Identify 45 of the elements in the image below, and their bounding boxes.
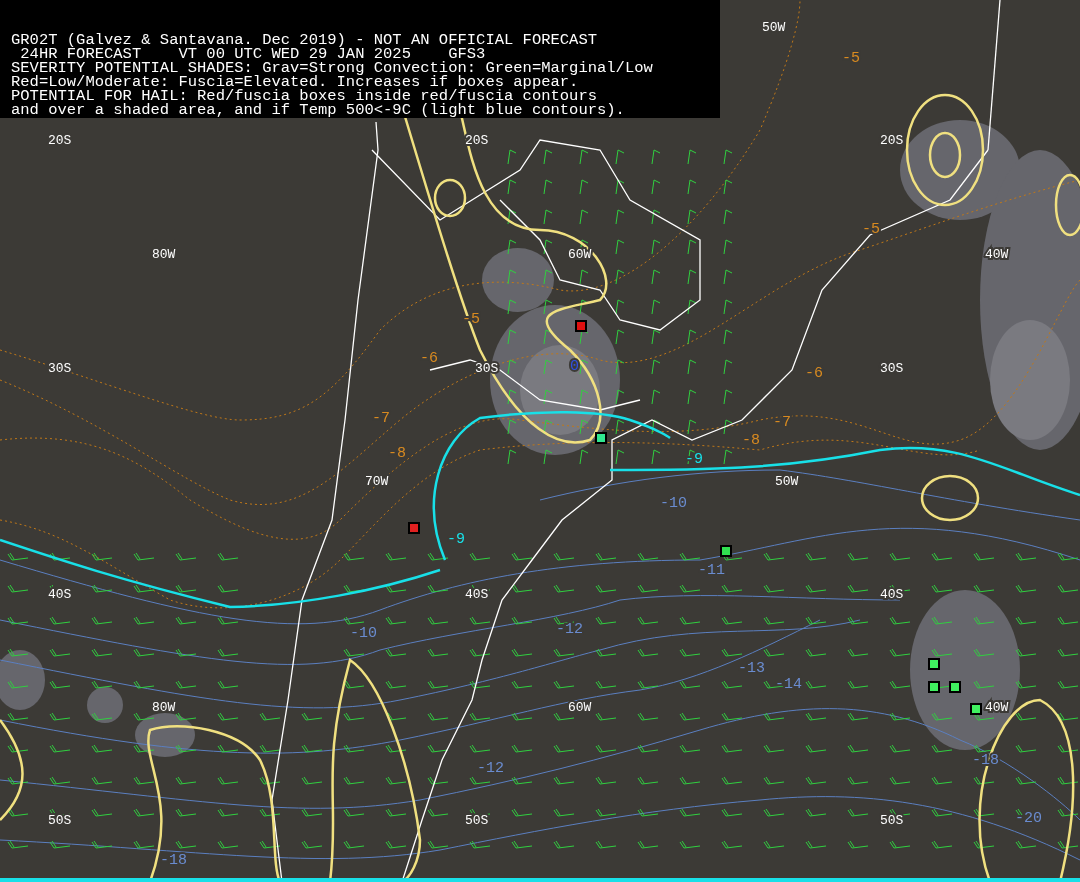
legend-line: 24HR FORECAST VT 00 UTC WED 29 JAN 2025 GFS3 [20, 47, 486, 61]
legend-line: SEVERITY POTENTIAL SHADES: Grav=Strong Convection: Green=Marginal/Low [11, 61, 654, 75]
grid-label: 70W [365, 474, 389, 489]
contour-label: -18 [160, 852, 187, 869]
contour-label: -10 [660, 495, 687, 512]
contour-label: -11 [698, 562, 725, 579]
contour-label: -9 [685, 451, 703, 468]
contour-label: -6 [805, 365, 823, 382]
contour-label: -12 [477, 760, 504, 777]
grid-label: 50S [880, 813, 904, 828]
grid-label: 80W [152, 247, 176, 262]
contour-label: -14 [775, 676, 802, 693]
grid-label: 50S [48, 813, 72, 828]
contour-label: -5 [862, 221, 880, 238]
contour-label: -7 [773, 414, 791, 431]
contour-label: -8 [742, 432, 760, 449]
grid-label: 40W [985, 247, 1009, 262]
legend-line: and over a shaded area, and if Temp 500<-9C (light blue contours). [11, 103, 626, 117]
contour-label: -7 [372, 410, 390, 427]
contour-label: 0 [570, 358, 579, 375]
legend-line: GR02T (Galvez & Santavana. Dec 2019) - NOT AN OFFICIAL FORECAST [11, 33, 598, 47]
grid-label: 80W [152, 700, 176, 715]
contour-label: -9 [447, 531, 465, 548]
grid-label: 60W [568, 247, 592, 262]
grid-label: 40S [465, 587, 489, 602]
contour-label: -20 [1015, 810, 1042, 827]
contour-label: -6 [420, 350, 438, 367]
grid-label: 50W [762, 20, 786, 35]
contour-label: -13 [738, 660, 765, 677]
contour-label: -5 [842, 50, 860, 67]
contour-label: -10 [350, 625, 377, 642]
grid-label: 50S [465, 813, 489, 828]
legend-line: Red=Low/Moderate: Fuscia=Elevated. Increases if boxes appear. [11, 75, 579, 89]
grid-label: 40S [880, 587, 904, 602]
grid-label: 30S [880, 361, 904, 376]
grid-label: 40W [985, 700, 1009, 715]
grid-label: 60W [568, 700, 592, 715]
grid-label: 20S [880, 133, 904, 148]
grid-label: 20S [48, 133, 72, 148]
contour-label: -12 [556, 621, 583, 638]
legend-line: POTENTIAL FOR HAIL: Red/fuscia boxes inside red/fuscia contours [11, 89, 597, 103]
grid-label: 50W [775, 474, 799, 489]
grid-label: 40S [48, 587, 72, 602]
contour-label: -8 [388, 445, 406, 462]
grid-label: 30S [48, 361, 72, 376]
